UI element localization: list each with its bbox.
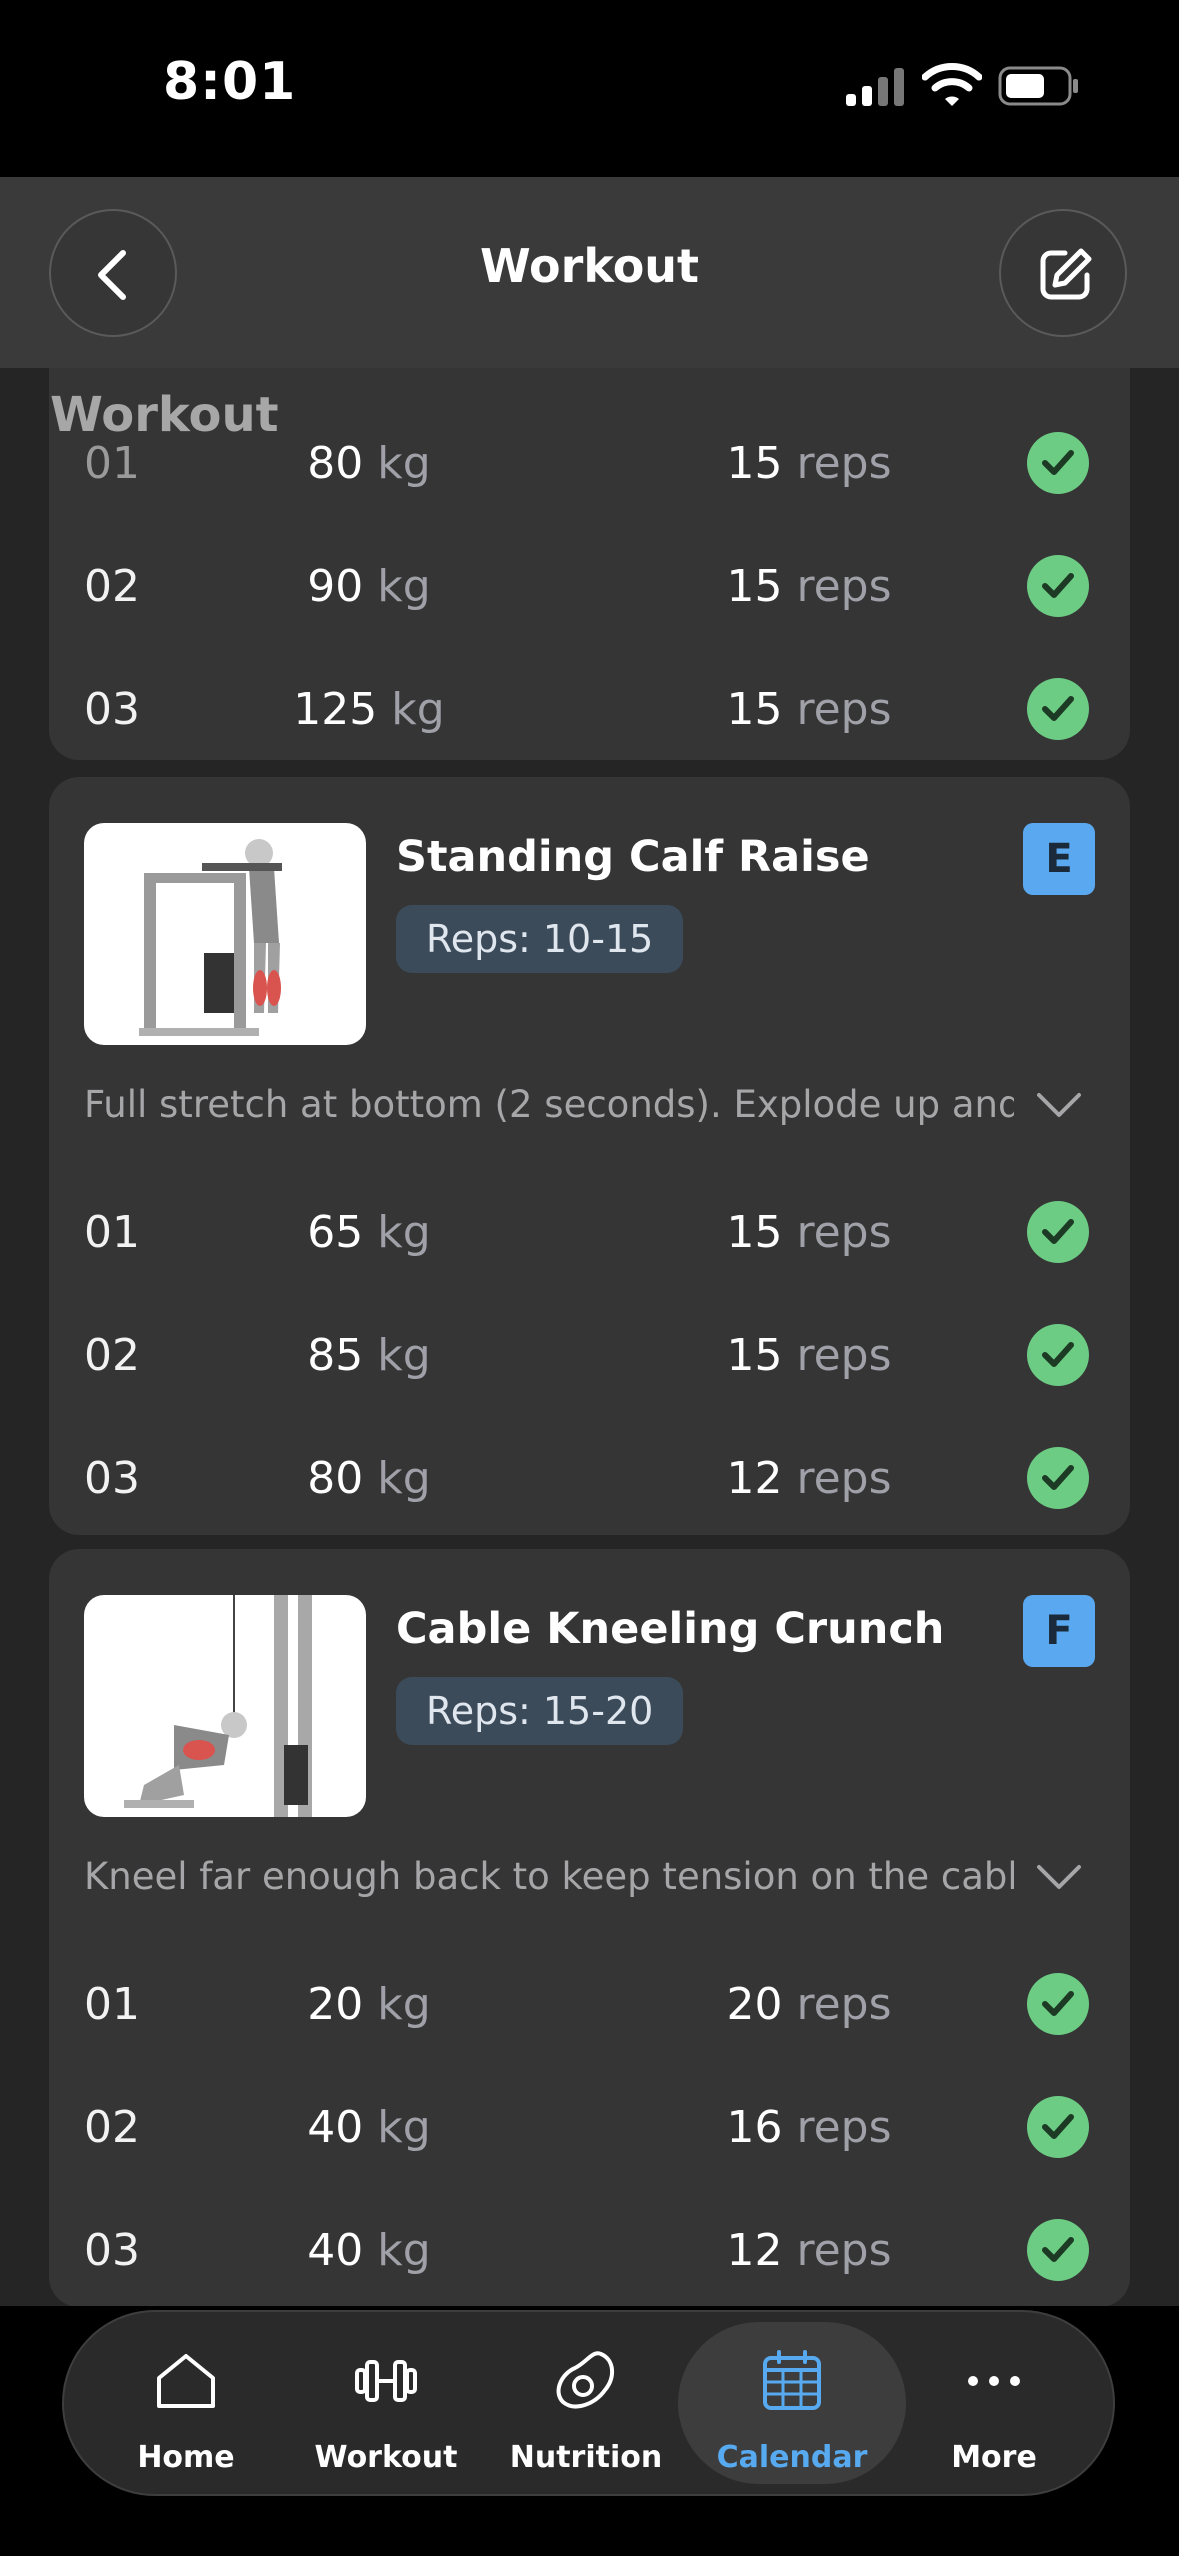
exercise-card: Cable Kneeling Crunch Reps: 15-20 F Knee…	[49, 1549, 1130, 2307]
calendar-icon	[763, 2350, 821, 2410]
set-row[interactable]: 02 90 kg 15 reps	[49, 533, 1130, 633]
status-time: 8:01	[163, 52, 297, 112]
check-icon[interactable]	[1027, 555, 1089, 617]
wifi-icon	[922, 63, 982, 106]
set-row[interactable]: 03 40 kg 12 reps	[49, 2197, 1130, 2297]
home-icon	[157, 2354, 215, 2408]
exercise-image[interactable]	[84, 823, 366, 1045]
set-row[interactable]: 01 65 kg 15 reps	[49, 1179, 1130, 1279]
check-icon[interactable]	[1027, 2219, 1089, 2281]
set-row[interactable]: 01 20 kg 20 reps	[49, 1951, 1130, 2051]
set-row[interactable]: 02 40 kg 16 reps	[49, 2074, 1130, 2174]
set-row[interactable]: 03 125 kg 15 reps	[49, 656, 1130, 756]
check-icon[interactable]	[1027, 1201, 1089, 1263]
exercise-name: Cable Kneeling Crunch	[396, 1604, 945, 1654]
edit-button[interactable]	[999, 209, 1127, 337]
more-icon	[968, 2376, 1020, 2386]
tab-more[interactable]: More	[894, 2322, 1094, 2484]
check-icon[interactable]	[1027, 1324, 1089, 1386]
set-row[interactable]: 03 80 kg 12 reps	[49, 1425, 1130, 1525]
tab-calendar[interactable]: Calendar	[678, 2322, 906, 2484]
section-label: Workout	[50, 387, 279, 443]
set-row[interactable]: 02 85 kg 15 reps	[49, 1302, 1130, 1402]
avocado-icon	[556, 2351, 614, 2409]
reps-badge: Reps: 10-15	[396, 905, 684, 973]
tab-nutrition[interactable]: Nutrition	[486, 2322, 686, 2484]
exercise-letter-badge: E	[1023, 823, 1095, 895]
check-icon[interactable]	[1027, 678, 1089, 740]
tab-workout[interactable]: Workout	[286, 2322, 486, 2484]
nav-header: Workout	[0, 177, 1179, 368]
exercise-note: Kneel far enough back to keep tension on…	[84, 1855, 1014, 1898]
check-icon[interactable]	[1027, 1973, 1089, 2035]
status-bar: 8:01	[0, 0, 1179, 177]
battery-icon	[998, 66, 1078, 106]
tab-home[interactable]: Home	[86, 2322, 286, 2484]
exercise-image[interactable]	[84, 1595, 366, 1817]
workout-screen: Workout Workout 01 80 kg 15 reps 02 90 k…	[0, 177, 1179, 2556]
check-icon[interactable]	[1027, 2096, 1089, 2158]
exercise-letter-badge: F	[1023, 1595, 1095, 1667]
tab-bar: Home Workout Nutrition Calendar More	[62, 2310, 1115, 2496]
exercise-name: Standing Calf Raise	[396, 832, 870, 882]
exercise-note: Full stretch at bottom (2 seconds). Expl…	[84, 1083, 1014, 1126]
cellular-signal-icon	[846, 68, 904, 106]
check-icon[interactable]	[1027, 432, 1089, 494]
exercise-card: Standing Calf Raise Reps: 10-15 E Full s…	[49, 777, 1130, 1535]
edit-icon	[1040, 248, 1092, 300]
check-icon[interactable]	[1027, 1447, 1089, 1509]
reps-badge: Reps: 15-20	[396, 1677, 684, 1745]
dumbbell-icon	[355, 2360, 417, 2402]
chevron-down-icon[interactable]	[1034, 1085, 1084, 1125]
chevron-down-icon[interactable]	[1034, 1857, 1084, 1897]
